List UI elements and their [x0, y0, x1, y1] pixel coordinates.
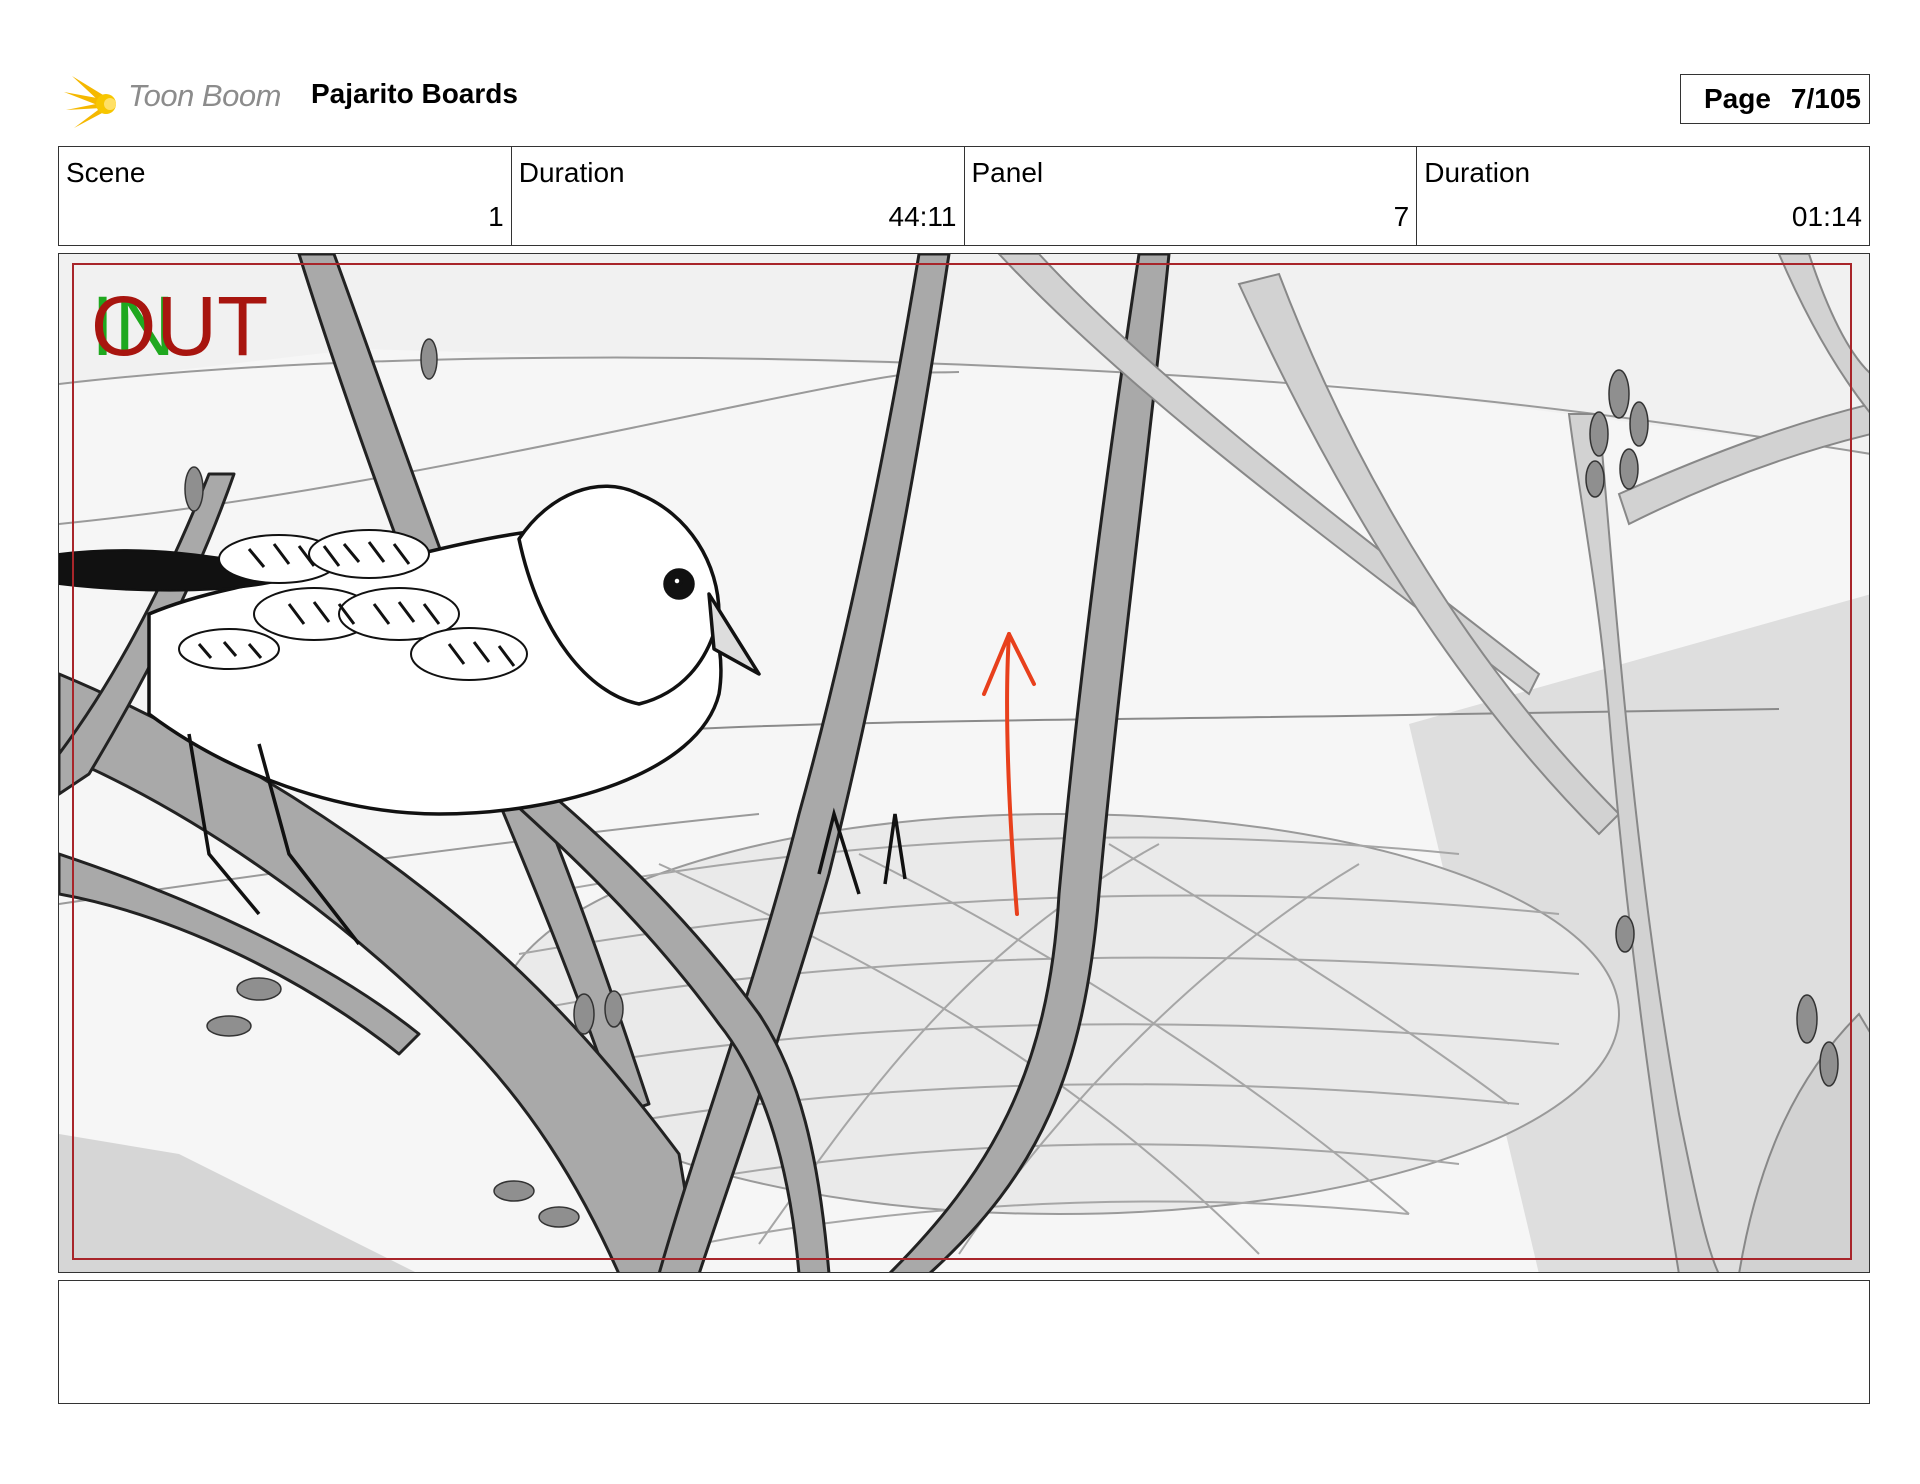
page-label: Page: [1703, 83, 1771, 114]
storyboard-header: Toon Boom Pajarito Boards Page 7/105: [58, 64, 1870, 134]
toon-boom-logo-icon: [64, 76, 116, 128]
scene-duration-value: 44:11: [888, 201, 957, 232]
out-marker: OUT: [91, 279, 269, 373]
panel-label: Panel: [971, 157, 1044, 188]
storyboard-panel-image: IN OUT: [58, 253, 1870, 1273]
in-out-marker: IN OUT: [91, 284, 291, 368]
panel-notes-box[interactable]: [58, 1280, 1870, 1404]
panel-cell: Panel 7: [965, 147, 1418, 245]
panel-sketch: [59, 254, 1869, 1272]
page-number: 7/105: [1790, 83, 1861, 114]
panel-info-table: Scene 1 Duration 44:11 Panel 7 Duration …: [58, 146, 1870, 246]
project-title: Pajarito Boards: [311, 78, 518, 109]
panel-duration-cell: Duration 01:14: [1417, 147, 1869, 245]
scene-label: Scene: [66, 157, 146, 188]
scene-value: 1: [488, 201, 504, 232]
panel-duration-label: Duration: [1424, 157, 1531, 188]
scene-duration-cell: Duration 44:11: [512, 147, 965, 245]
panel-duration-value: 01:14: [1791, 201, 1862, 232]
brand-name: Toon Boom: [128, 78, 281, 113]
page-indicator: Page 7/105: [1680, 74, 1870, 124]
scene-duration-label: Duration: [518, 157, 625, 188]
panel-value: 7: [1393, 201, 1410, 232]
scene-cell: Scene 1: [59, 147, 512, 245]
